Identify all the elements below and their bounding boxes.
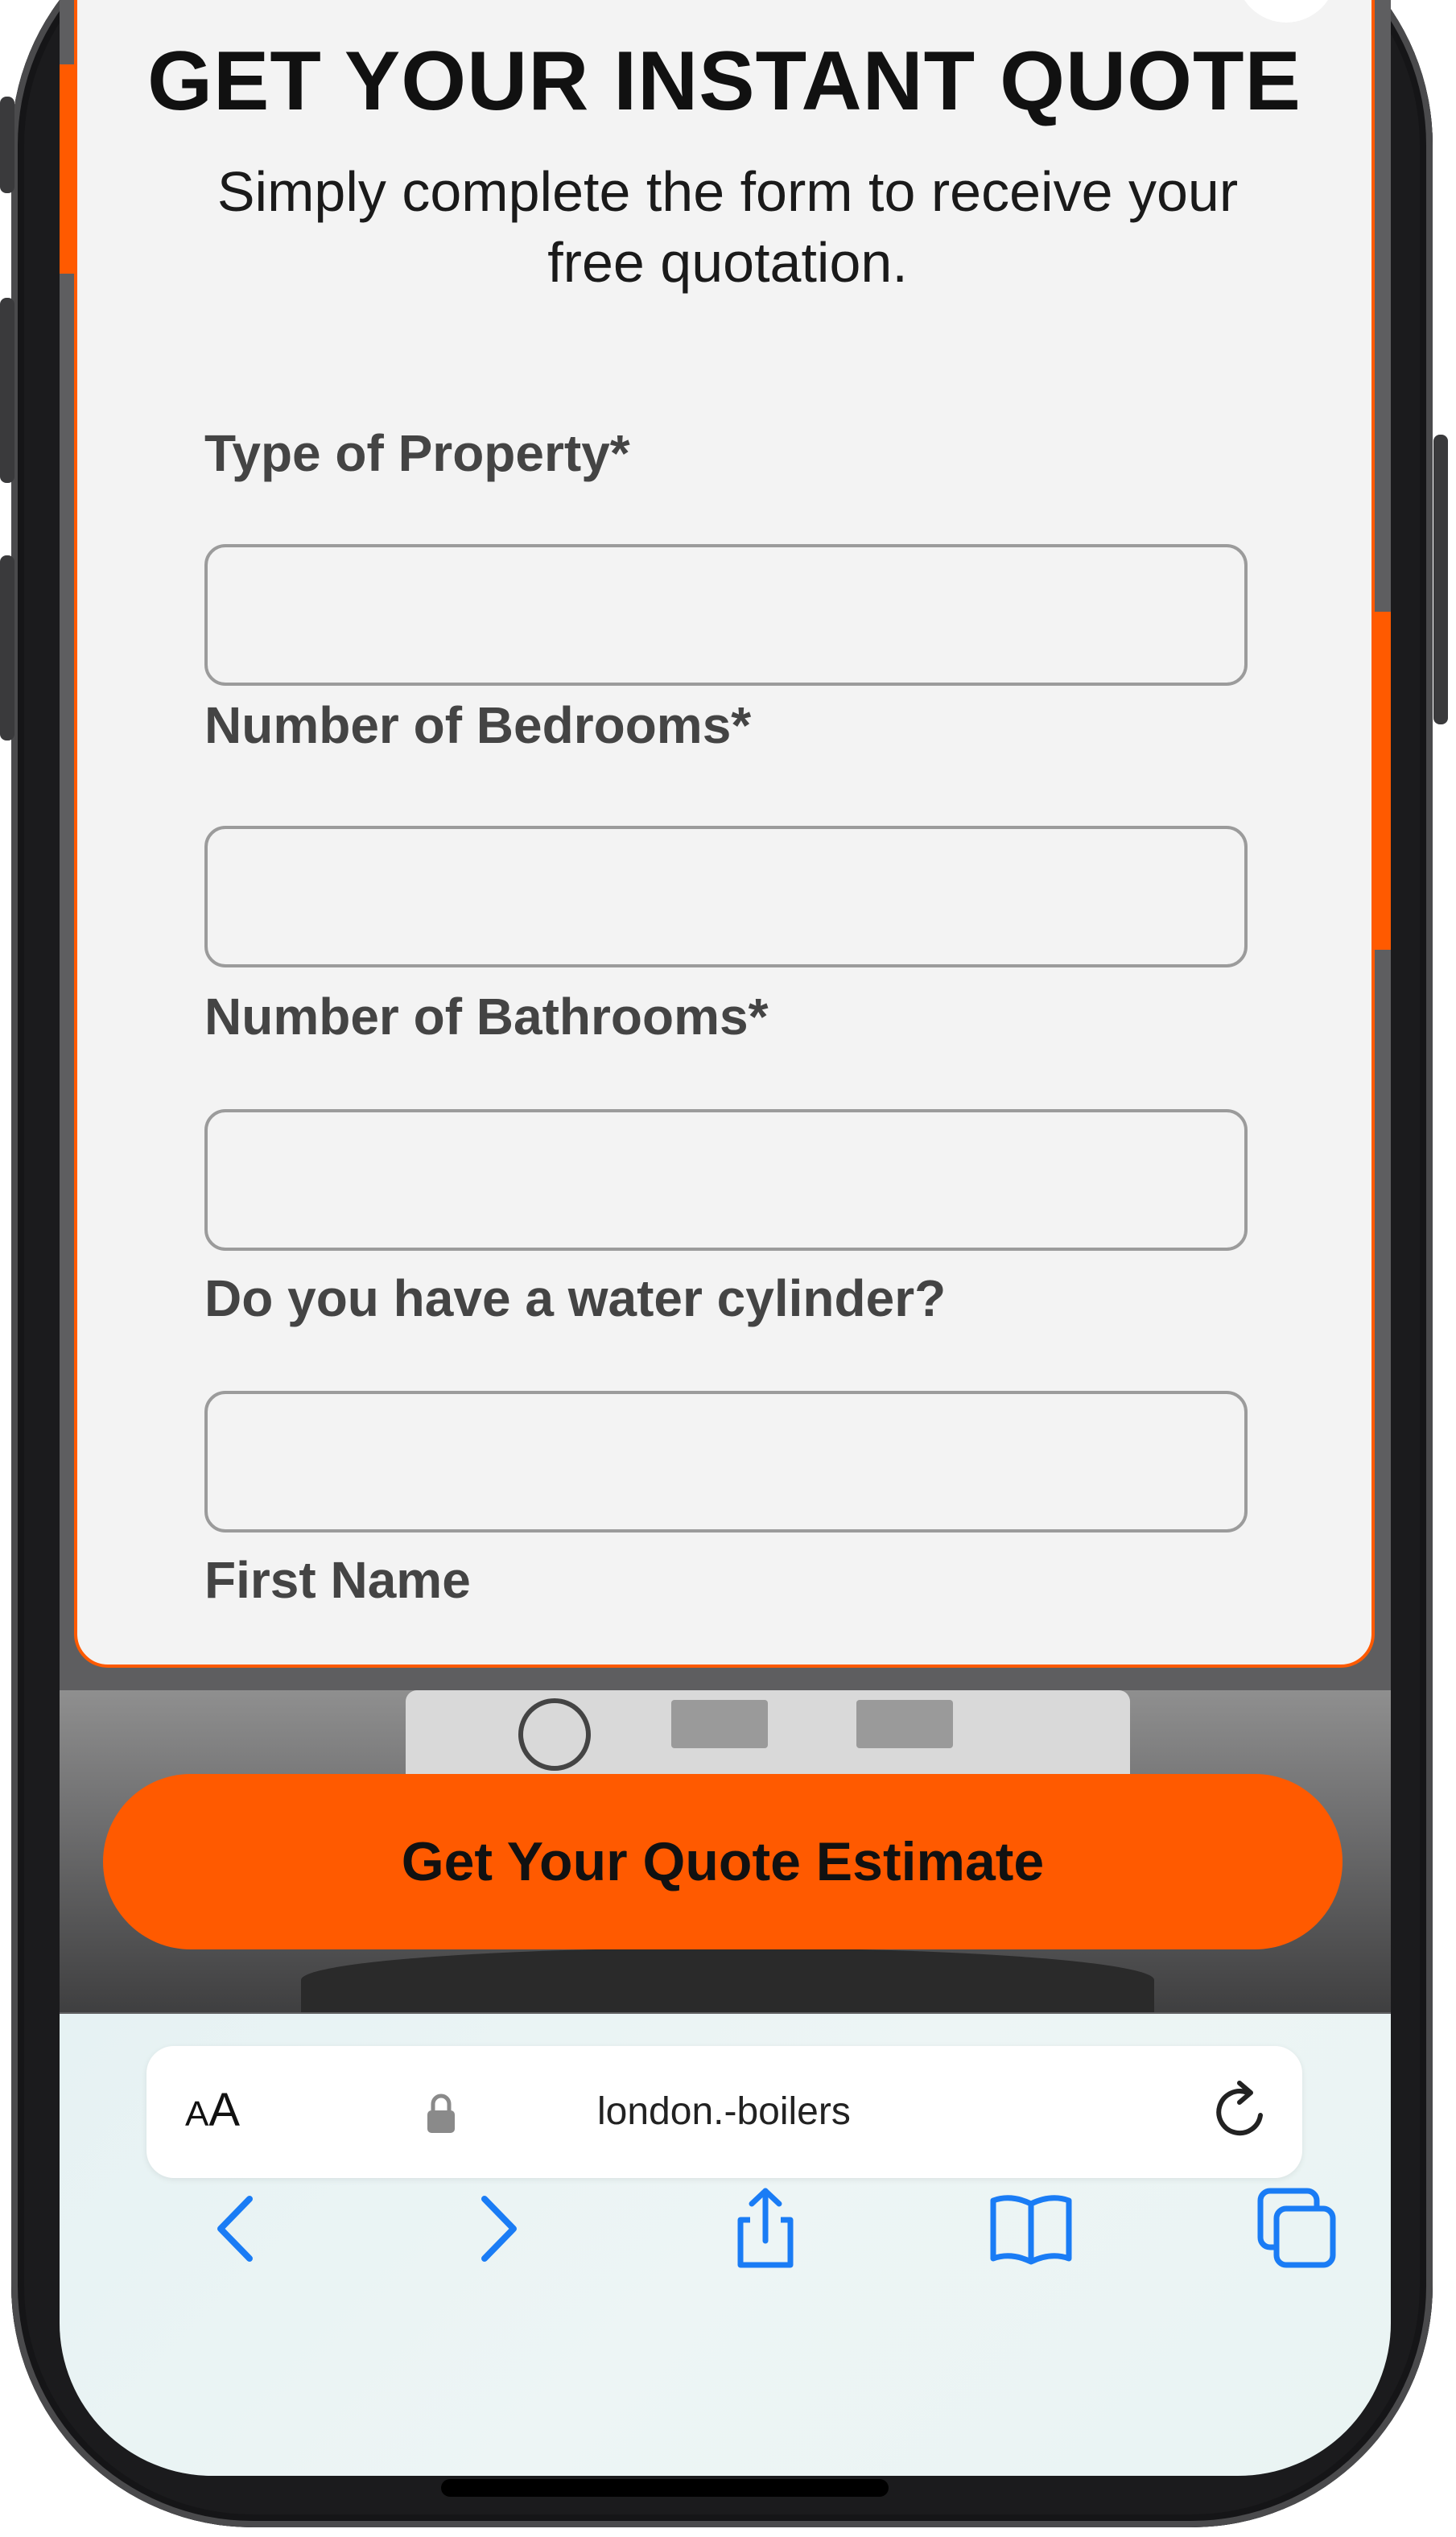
address-bar[interactable]: AA london.-boilers	[146, 2046, 1302, 2178]
lock-icon	[427, 2094, 455, 2133]
first-name-label: First Name	[204, 1551, 471, 1609]
forward-icon[interactable]	[452, 2184, 541, 2273]
quote-modal: GET YOUR INSTANT QUOTE Simply complete t…	[74, 0, 1375, 1668]
back-icon[interactable]	[193, 2184, 282, 2273]
home-indicator[interactable]	[441, 2479, 889, 2497]
close-button[interactable]	[1236, 0, 1336, 23]
boiler-base	[301, 1948, 1154, 2012]
share-icon[interactable]	[721, 2184, 810, 2273]
reload-icon[interactable]	[1207, 2078, 1275, 2146]
tabs-icon[interactable]	[1252, 2184, 1341, 2273]
background-page-accent	[1375, 612, 1391, 950]
bathrooms-input[interactable]	[204, 1109, 1248, 1251]
bathrooms-label: Number of Bathrooms*	[204, 988, 769, 1046]
boiler-display	[671, 1700, 768, 1748]
modal-subtitle: Simply complete the form to receive your…	[217, 160, 1239, 294]
browser-toolbar: AA london.-boilers	[60, 2014, 1391, 2476]
power-button	[1433, 435, 1448, 724]
action-button	[0, 97, 14, 193]
bookmarks-icon[interactable]	[987, 2184, 1075, 2273]
property-type-input[interactable]	[204, 544, 1248, 686]
text-size-small-a: A	[185, 2094, 209, 2134]
water-cylinder-input[interactable]	[204, 1391, 1248, 1533]
boiler-control-panel	[406, 1690, 1130, 1787]
bedrooms-input[interactable]	[204, 826, 1248, 967]
volume-down-button	[0, 555, 14, 740]
volume-up-button	[0, 298, 14, 483]
boiler-knob	[518, 1698, 591, 1771]
get-quote-estimate-button[interactable]: Get Your Quote Estimate	[103, 1774, 1343, 1949]
text-size-large-a: A	[208, 2084, 241, 2136]
boiler-display	[856, 1700, 953, 1748]
text-size-button[interactable]: AA	[185, 2083, 240, 2137]
water-cylinder-label: Do you have a water cylinder?	[204, 1269, 947, 1327]
bedrooms-label: Number of Bedrooms*	[204, 696, 752, 754]
modal-title: GET YOUR INSTANT QUOTE	[147, 35, 1301, 128]
screen: GET YOUR INSTANT QUOTE Simply complete t…	[60, 0, 1391, 2476]
property-type-label: Type of Property*	[204, 424, 630, 482]
url-text[interactable]: london.-boilers	[597, 2089, 851, 2134]
